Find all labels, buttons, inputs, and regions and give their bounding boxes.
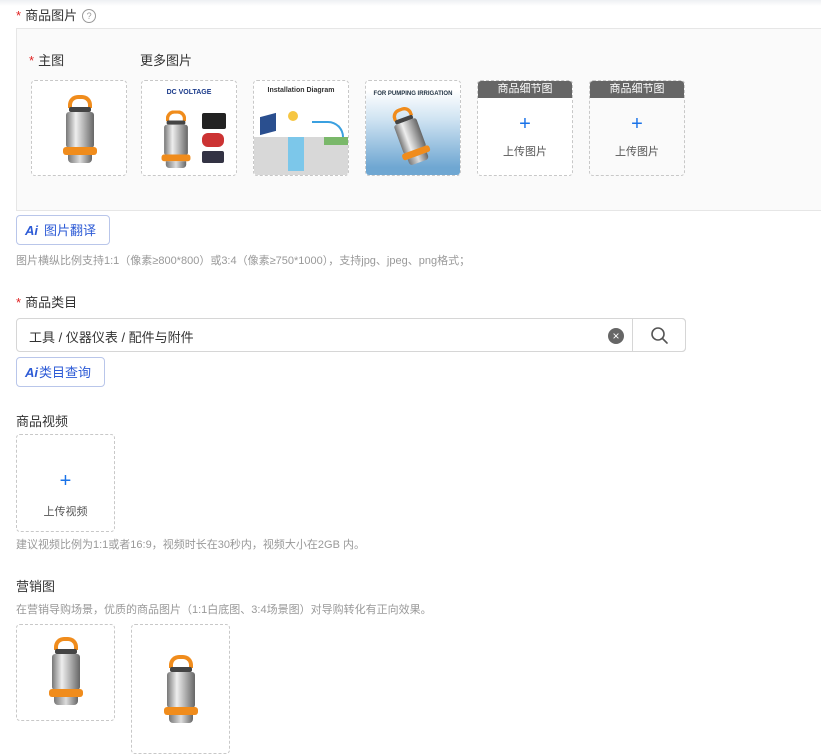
category-search-button[interactable] — [632, 318, 686, 352]
upload-video-label: 上传视频 — [43, 506, 88, 518]
video-upload[interactable]: + 上传视频 — [16, 434, 115, 532]
detail-image-upload[interactable]: 商品细节图 + 上传图片 — [589, 80, 685, 176]
plus-icon: + — [631, 113, 643, 135]
more-image-thumb[interactable]: DC VOLTAGE — [141, 80, 237, 176]
pump-image — [46, 637, 86, 707]
image-caption: Installation Diagram — [267, 87, 335, 94]
image-caption: FOR PUMPING IRRIGATION — [373, 91, 453, 97]
battery-image — [202, 113, 226, 129]
upload-image-label: 上传图片 — [615, 146, 659, 158]
sun-image — [288, 111, 298, 121]
video-label: 商品视频 — [16, 414, 69, 429]
product-images-label: * 商品图片? — [16, 5, 97, 24]
plus-icon: + — [59, 470, 72, 492]
help-icon[interactable]: ? — [82, 9, 97, 23]
category-value: 工具 / 仪器仪表 / 配件与附件 — [29, 330, 194, 345]
detail-image-upload[interactable]: 商品细节图 + 上传图片 — [477, 80, 573, 176]
product-images-panel: * 主图 更多图片 DC VOLTAGE Installation Diagram… — [16, 28, 821, 211]
marketing-label: 营销图 — [16, 579, 56, 594]
detail-image-header: 商品细节图 — [590, 81, 684, 98]
pump-image — [161, 655, 201, 725]
more-images-label: 更多图片 — [140, 53, 193, 68]
solar-panel-image — [260, 112, 276, 136]
more-image-thumb[interactable]: Installation Diagram — [253, 80, 349, 176]
clear-icon[interactable]: × — [608, 328, 624, 344]
more-image-thumb[interactable]: FOR PUMPING IRRIGATION — [365, 80, 461, 176]
scooter-image — [202, 133, 224, 147]
marketing-image-portrait[interactable] — [131, 624, 230, 754]
ai-icon: Ai — [25, 223, 38, 238]
plus-icon: + — [519, 113, 531, 135]
category-select[interactable]: 工具 / 仪器仪表 / 配件与附件 × — [16, 318, 686, 352]
category-label: * 商品类目 — [16, 295, 78, 310]
search-icon — [651, 327, 668, 344]
pump-image — [60, 95, 100, 165]
top-shadow — [0, 0, 821, 6]
detail-image-header: 商品细节图 — [478, 81, 572, 98]
video-hint: 建议视频比例为1:1或者16:9，视频时长在30秒内，视频大小在2GB 内。 — [16, 539, 366, 551]
upload-image-label: 上传图片 — [503, 146, 547, 158]
marketing-image-square[interactable] — [16, 624, 115, 721]
well-image — [288, 137, 304, 171]
image-caption: DC VOLTAGE — [166, 89, 212, 96]
image-translate-button[interactable]: Ai 图片翻译 — [16, 215, 110, 245]
ai-icon: Ai — [25, 365, 38, 380]
pump-image — [159, 110, 193, 170]
image-format-hint: 图片横纵比例支持1:1（像素≥800*800）或3:4（像素≥750*1000）… — [16, 255, 471, 267]
main-image-thumb[interactable] — [31, 80, 127, 176]
field-image — [324, 137, 348, 145]
solar-panel-image — [202, 151, 224, 163]
main-image-label: * 主图 — [29, 53, 65, 68]
marketing-hint: 在营销导购场景，优质的商品图片（1:1白底图、3:4场景图）对导购转化有正向效果… — [16, 604, 432, 616]
category-query-button[interactable]: Ai类目查询 — [16, 357, 105, 387]
